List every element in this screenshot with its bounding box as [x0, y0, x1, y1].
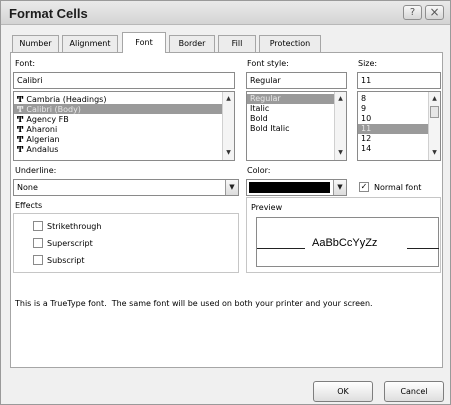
- preview-box: AaBbCcYyZz: [256, 217, 439, 267]
- list-item-label: Agency FB: [26, 115, 69, 124]
- scroll-up-icon[interactable]: ▲: [223, 94, 234, 104]
- subscript-checkbox[interactable]: [33, 255, 43, 265]
- list-item-selected[interactable]: Regular: [247, 94, 346, 104]
- strikethrough-checkbox[interactable]: [33, 221, 43, 231]
- list-item[interactable]: Ͳ Cambria (Headings): [14, 94, 234, 104]
- truetype-icon: Ͳ: [17, 124, 24, 134]
- list-item[interactable]: Ͳ Algerian: [14, 134, 234, 144]
- chevron-down-icon[interactable]: ▼: [225, 180, 238, 195]
- scroll-thumb[interactable]: [430, 106, 439, 118]
- underline-label: Underline:: [15, 166, 57, 175]
- cancel-button[interactable]: Cancel: [384, 381, 444, 402]
- ok-button[interactable]: OK: [313, 381, 373, 402]
- scroll-up-icon[interactable]: ▲: [335, 94, 346, 104]
- list-item-selected[interactable]: Ͳ Calibri (Body): [14, 104, 234, 114]
- format-cells-dialog: Format Cells ? × Number Alignment Font B…: [0, 0, 451, 405]
- font-input[interactable]: Calibri: [13, 72, 235, 89]
- font-style-scrollbar[interactable]: ▲ ▼: [334, 92, 346, 160]
- tab-border[interactable]: Border: [169, 35, 215, 52]
- effects-label: Effects: [15, 201, 43, 210]
- scroll-down-icon[interactable]: ▼: [335, 148, 346, 158]
- font-list-scrollbar[interactable]: ▲ ▼: [222, 92, 234, 160]
- superscript-checkbox[interactable]: [33, 238, 43, 248]
- truetype-info-text: This is a TrueType font. The same font w…: [15, 299, 373, 308]
- truetype-icon: Ͳ: [17, 104, 24, 114]
- subscript-label: Subscript: [47, 256, 85, 265]
- size-label: Size:: [358, 59, 378, 68]
- preview-label: Preview: [251, 203, 283, 212]
- scroll-up-icon[interactable]: ▲: [429, 94, 440, 104]
- list-item[interactable]: Bold: [247, 114, 346, 124]
- normal-font-label: Normal font: [374, 183, 422, 192]
- truetype-icon: Ͳ: [17, 94, 24, 104]
- dialog-title: Format Cells: [9, 6, 88, 21]
- size-input[interactable]: 11: [357, 72, 441, 89]
- preview-sample: AaBbCcYyZz: [312, 237, 378, 249]
- scroll-down-icon[interactable]: ▼: [223, 148, 234, 158]
- list-item[interactable]: Ͳ Agency FB: [14, 114, 234, 124]
- close-button[interactable]: ×: [425, 5, 444, 20]
- list-item[interactable]: Italic: [247, 104, 346, 114]
- list-item-label: Cambria (Headings): [26, 95, 107, 104]
- list-item-label: Andalus: [26, 145, 59, 154]
- truetype-icon: Ͳ: [17, 134, 24, 144]
- font-style-list[interactable]: Regular Italic Bold Bold Italic ▲ ▼: [246, 91, 347, 161]
- underline-value: None: [17, 183, 38, 192]
- color-dropdown[interactable]: ▼: [246, 179, 347, 196]
- normal-font-checkbox[interactable]: ✓: [359, 182, 369, 192]
- font-style-input[interactable]: Regular: [246, 72, 347, 89]
- preview-baseline: [257, 248, 305, 249]
- list-item-label: Aharoni: [26, 125, 58, 134]
- tab-font[interactable]: Font: [122, 32, 166, 53]
- list-item-label: Algerian: [26, 135, 60, 144]
- font-label: Font:: [15, 59, 36, 68]
- tab-fill[interactable]: Fill: [218, 35, 256, 52]
- list-item[interactable]: Ͳ Aharoni: [14, 124, 234, 134]
- chevron-down-icon[interactable]: ▼: [333, 180, 346, 195]
- list-item[interactable]: Bold Italic: [247, 124, 346, 134]
- underline-dropdown[interactable]: None ▼: [13, 179, 239, 196]
- preview-baseline: [407, 248, 439, 249]
- size-list[interactable]: 8 9 10 11 12 14 ▲ ▼: [357, 91, 441, 161]
- color-swatch: [249, 182, 330, 193]
- font-style-label: Font style:: [247, 59, 289, 68]
- list-item-label: Calibri (Body): [26, 105, 81, 114]
- scroll-down-icon[interactable]: ▼: [429, 148, 440, 158]
- truetype-icon: Ͳ: [17, 144, 24, 154]
- truetype-icon: Ͳ: [17, 114, 24, 124]
- font-list[interactable]: Ͳ Cambria (Headings) Ͳ Calibri (Body) Ͳ Age…: [13, 91, 235, 161]
- tab-alignment[interactable]: Alignment: [62, 35, 118, 52]
- help-button[interactable]: ?: [403, 5, 422, 20]
- color-label: Color:: [247, 166, 271, 175]
- list-item[interactable]: Ͳ Andalus: [14, 144, 234, 154]
- size-list-scrollbar[interactable]: ▲ ▼: [428, 92, 440, 160]
- tab-protection[interactable]: Protection: [259, 35, 321, 52]
- title-bar: Format Cells ? ×: [1, 1, 450, 25]
- tab-number[interactable]: Number: [12, 35, 59, 52]
- superscript-label: Superscript: [47, 239, 93, 248]
- strikethrough-label: Strikethrough: [47, 222, 102, 231]
